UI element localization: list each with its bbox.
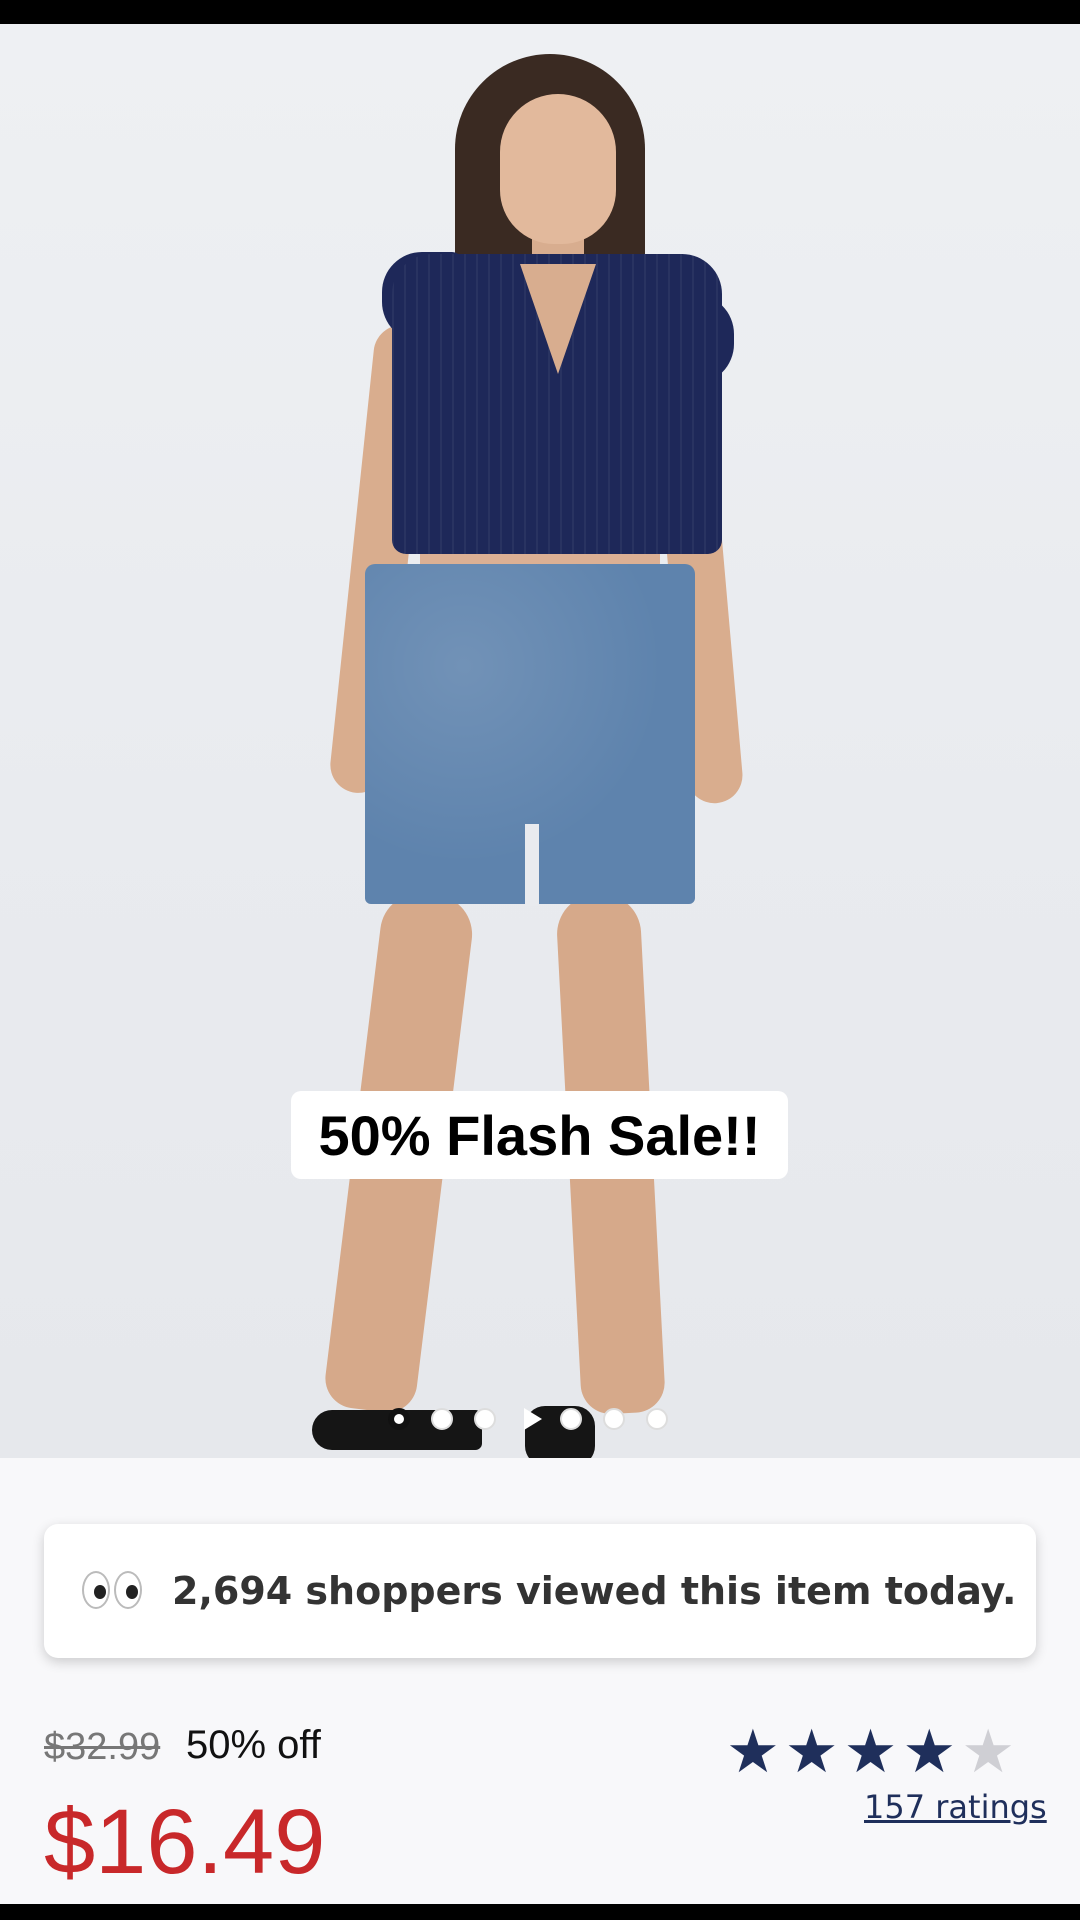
star-filled-icon: ★ [843, 1717, 898, 1787]
model-face [500, 94, 616, 244]
carousel-dot[interactable] [646, 1408, 668, 1430]
star-empty-icon: ★ [961, 1717, 1015, 1787]
star-rating: ★ ★ ★ ★ ★ [726, 1722, 1015, 1782]
eyes-icon [82, 1571, 142, 1611]
carousel-dot[interactable] [431, 1408, 453, 1430]
sale-price: $16.49 [44, 1791, 326, 1893]
original-price: $32.99 [44, 1726, 161, 1768]
star-filled-icon: ★ [726, 1717, 780, 1787]
status-bar [0, 0, 1080, 24]
ratings-link[interactable]: 157 ratings [864, 1788, 1047, 1826]
top-vneck [520, 264, 596, 374]
discount-label: 50% off [186, 1723, 321, 1767]
product-image-carousel[interactable] [0, 24, 1080, 1458]
carousel-dot[interactable] [474, 1408, 496, 1430]
carousel-dot[interactable] [603, 1408, 625, 1430]
star-filled-icon: ★ [902, 1717, 957, 1787]
shoppers-viewed-banner: 2,694 shoppers viewed this item today. [44, 1524, 1036, 1658]
carousel-dot[interactable] [560, 1408, 582, 1430]
carousel-dot[interactable] [388, 1408, 410, 1430]
viewers-count-text: 2,694 shoppers viewed this item today. [172, 1569, 1017, 1613]
star-filled-icon: ★ [784, 1717, 839, 1787]
shorts-leg-gap [525, 824, 539, 906]
play-icon[interactable] [524, 1408, 542, 1430]
nav-bar [0, 1904, 1080, 1920]
flash-sale-badge: 50% Flash Sale!! [291, 1091, 788, 1179]
